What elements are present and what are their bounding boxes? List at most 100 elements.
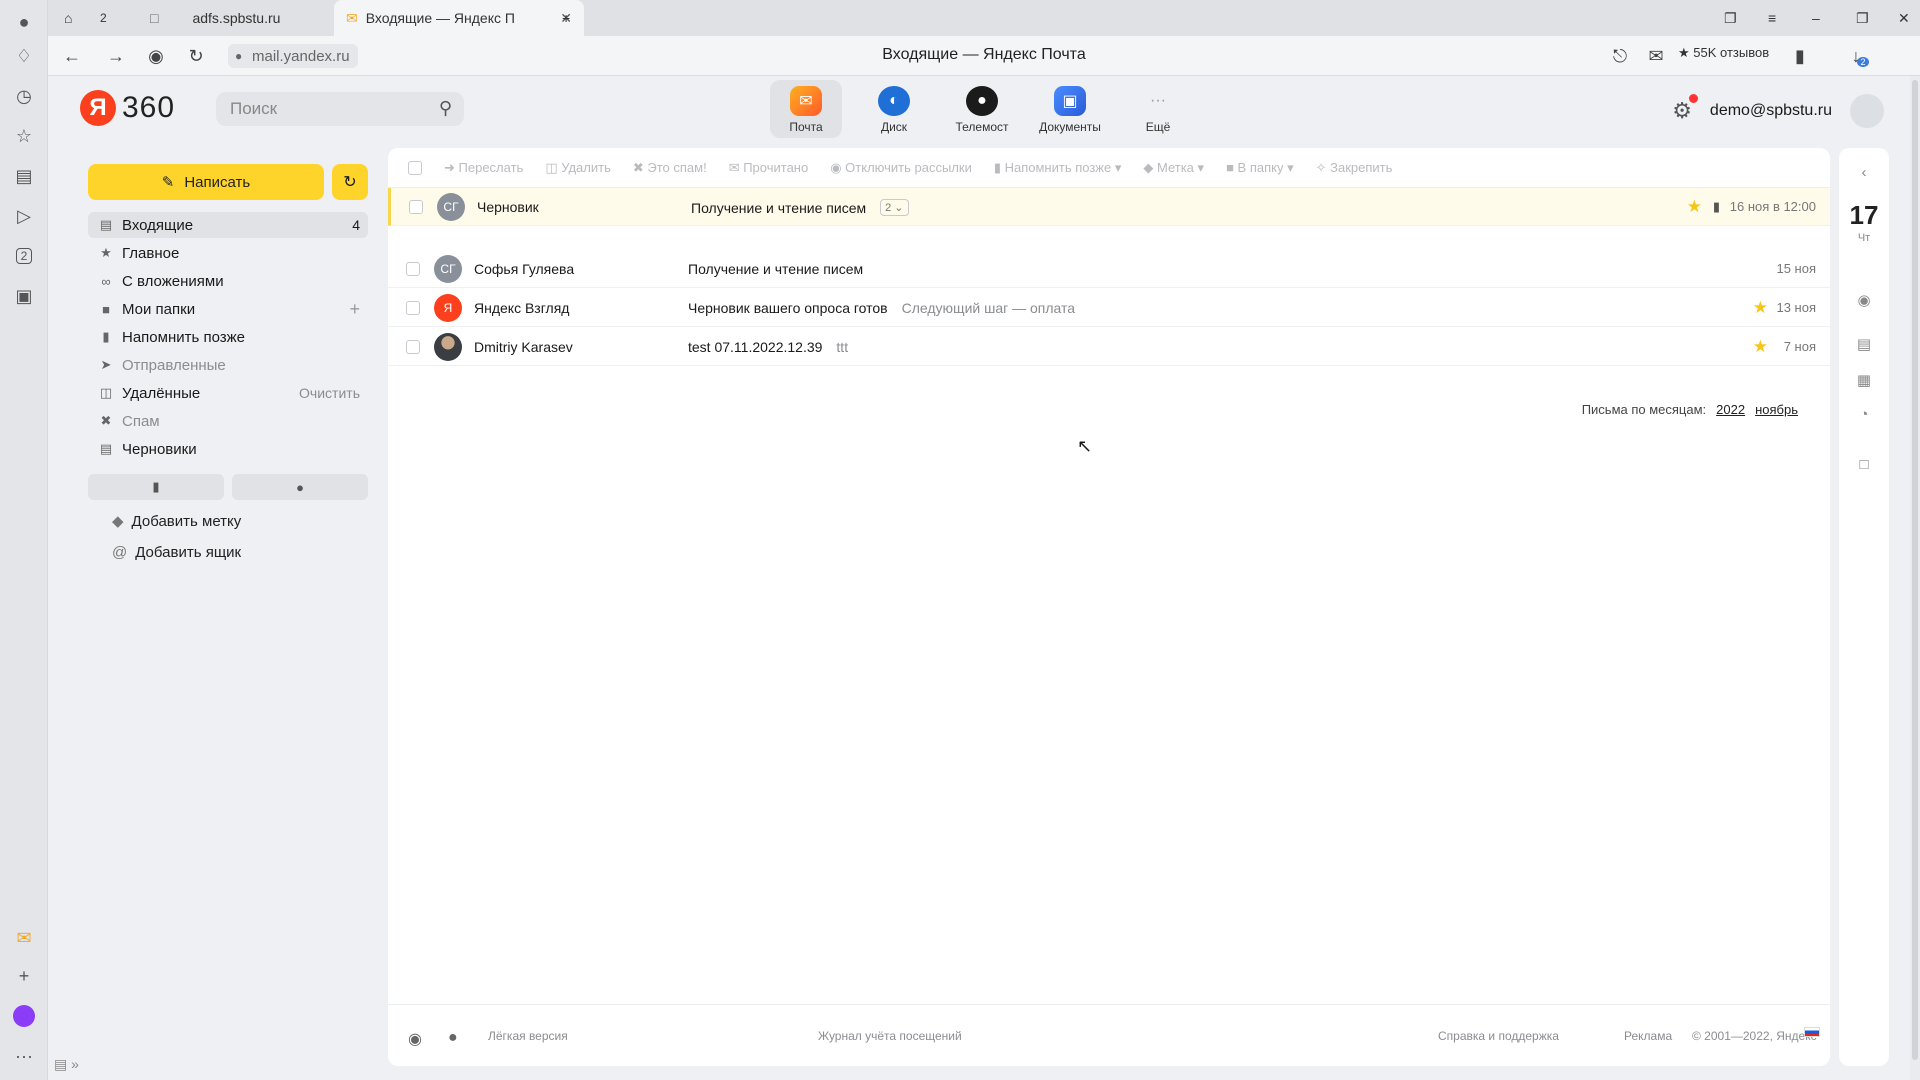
help-link[interactable]: Справка и поддержка	[1438, 1029, 1559, 1043]
url-field[interactable]: ● mail.yandex.ru	[228, 44, 358, 68]
forward-button[interactable]: ➜ Переслать	[444, 160, 523, 176]
star-icon[interactable]: ★	[1753, 298, 1768, 318]
folder-sent[interactable]: ➤ Отправленные	[88, 352, 368, 378]
month-link[interactable]: ноябрь	[1755, 402, 1798, 417]
add-mailbox-link[interactable]: @ Добавить ящик	[112, 544, 241, 561]
tab-list-icon[interactable]: ❐	[1712, 0, 1749, 36]
service-documents[interactable]: ▣ Документы	[1034, 80, 1106, 138]
table-row[interactable]: Dmitriy Karasev test 07.11.2022.12.39 tt…	[388, 328, 1830, 366]
remind-later-button[interactable]: ▮ Напомнить позже ▾	[994, 160, 1122, 176]
minimize-icon[interactable]: –	[1800, 0, 1832, 36]
bell-icon[interactable]: ♢	[12, 44, 36, 68]
user-email[interactable]: demo@spbstu.ru	[1710, 102, 1832, 120]
tabs-group-icon[interactable]: 2	[88, 0, 119, 36]
history-icon[interactable]: ◷	[12, 84, 36, 108]
document-widget-icon[interactable]: □	[1854, 454, 1874, 474]
grid-widget-icon[interactable]: ▦	[1854, 370, 1874, 390]
table-row[interactable]: СГ Черновик Получение и чтение писем 2 ⌄…	[388, 188, 1830, 226]
row-checkbox[interactable]	[406, 262, 420, 276]
labels-tab[interactable]: ▮	[88, 474, 224, 500]
add-app-icon[interactable]: +	[12, 964, 36, 988]
folder-spam[interactable]: ✖ Спам	[88, 408, 368, 434]
pie-widget-icon[interactable]: ◔	[1854, 404, 1874, 424]
move-to-folder-button[interactable]: ■ В папку ▾	[1226, 160, 1294, 176]
scrollbar-thumb[interactable]	[1912, 80, 1918, 1060]
search-input[interactable]: Поиск ⚲	[216, 92, 464, 126]
android-icon[interactable]: ◉	[408, 1029, 422, 1049]
avatar[interactable]	[1850, 94, 1884, 128]
table-row[interactable]: Я Яндекс Взгляд Черновик вашего опроса г…	[388, 289, 1830, 327]
notes-widget-icon[interactable]: ▤	[1854, 334, 1874, 354]
refresh-button[interactable]: ↻	[332, 164, 368, 200]
yandex-icon[interactable]: ◉	[144, 44, 168, 68]
close-window-icon[interactable]: ✕	[1886, 0, 1920, 36]
service-telemost[interactable]: ● Телемост	[946, 80, 1018, 138]
menu-icon[interactable]: ≡	[1756, 0, 1788, 36]
light-version-link[interactable]: Лёгкая версия	[488, 1029, 568, 1043]
add-label-link[interactable]: ◆ Добавить метку	[112, 512, 241, 531]
service-mail[interactable]: ✉ Почта	[770, 80, 842, 138]
dots-tab[interactable]: ●	[232, 474, 368, 500]
screenshot-icon[interactable]: ▣	[12, 284, 36, 308]
reload-icon[interactable]: ↻	[184, 44, 208, 68]
bookmark-icon[interactable]: ▮	[1788, 44, 1812, 68]
page-scrollbar[interactable]	[1910, 76, 1920, 1080]
restore-icon[interactable]: ❐	[1844, 0, 1881, 36]
folder-attachments[interactable]: ∞ С вложениями	[88, 268, 368, 294]
more-dots-icon[interactable]: ···	[12, 1044, 36, 1068]
folder-drafts[interactable]: ▤ Черновики	[88, 436, 368, 462]
folder-my-folders[interactable]: ■ Мои папки +	[88, 296, 368, 322]
bookmarks-star-icon[interactable]: ☆	[12, 124, 36, 148]
counter-icon[interactable]: 2	[12, 244, 36, 268]
row-checkbox[interactable]	[406, 301, 420, 315]
sidebar-toggle-icon[interactable]: ▤ »	[54, 1056, 79, 1073]
mail-quick-icon[interactable]: ✉	[1644, 44, 1668, 68]
add-folder-icon[interactable]: +	[349, 299, 360, 320]
delete-button[interactable]: ◫ Удалить	[545, 160, 611, 176]
mail-app-icon[interactable]: ✉	[12, 926, 36, 950]
journal-link[interactable]: Журнал учёта посещений	[818, 1029, 962, 1043]
label-button[interactable]: ◆ Метка ▾	[1143, 160, 1204, 176]
row-checkbox[interactable]	[406, 340, 420, 354]
share-icon[interactable]: ⎋	[1608, 44, 1632, 68]
pin-button[interactable]: ✧ Закрепить	[1316, 160, 1393, 176]
service-disk[interactable]: ◐ Диск	[858, 80, 930, 138]
alice-icon[interactable]	[12, 1004, 36, 1028]
language-flag-icon[interactable]	[1804, 1027, 1820, 1037]
profile-icon[interactable]: ●	[12, 10, 36, 34]
collapse-chevron-icon[interactable]: ‹	[1854, 162, 1874, 182]
yandex-360-logo[interactable]: Я 360	[80, 90, 175, 126]
download-icon[interactable]: ↓ 2	[1848, 44, 1872, 68]
calendar-day[interactable]: 17	[1839, 200, 1889, 231]
table-row[interactable]: СГ Софья Гуляева Получение и чтение писе…	[388, 250, 1830, 288]
mark-read-button[interactable]: ✉ Прочитано	[729, 160, 809, 176]
folder-inbox[interactable]: ▤ Входящие 4	[88, 212, 368, 238]
folder-main[interactable]: ★ Главное	[88, 240, 368, 266]
settings-gear-icon[interactable]: ⚙	[1672, 94, 1698, 124]
forward-icon[interactable]: →	[104, 44, 128, 68]
row-checkbox[interactable]	[409, 200, 423, 214]
back-icon[interactable]: ←	[60, 44, 84, 68]
folder-deleted[interactable]: ◫ Удалённые Очистить	[88, 380, 368, 406]
spam-button[interactable]: ✖ Это спам!	[633, 160, 707, 176]
star-icon[interactable]: ★	[1687, 197, 1702, 217]
apple-icon[interactable]: ●	[448, 1029, 458, 1047]
collections-icon[interactable]: ▤	[12, 164, 36, 188]
reviews-badge[interactable]: ★ 55K отзывов	[1678, 45, 1769, 61]
new-tab-icon[interactable]: +	[550, 0, 582, 36]
folder-remind-later[interactable]: ▮ Напомнить позже	[88, 324, 368, 350]
year-link[interactable]: 2022	[1716, 402, 1745, 417]
star-icon[interactable]: ★	[1753, 337, 1768, 357]
clear-trash-link[interactable]: Очистить	[299, 385, 360, 401]
search-icon[interactable]: ⚲	[439, 98, 452, 119]
tab-mail[interactable]: ✉ Входящие — Яндекс П ✕	[334, 0, 584, 36]
ads-link[interactable]: Реклама	[1624, 1029, 1672, 1043]
play-icon[interactable]: ▷	[12, 204, 36, 228]
telemost-widget-icon[interactable]: ◉	[1854, 290, 1874, 310]
home-icon[interactable]: ⌂	[52, 0, 84, 36]
compose-button[interactable]: ✎ Написать	[88, 164, 324, 200]
thread-count[interactable]: 2 ⌄	[880, 199, 909, 216]
service-more[interactable]: ··· Ещё	[1122, 80, 1194, 138]
unsubscribe-button[interactable]: ◉ Отключить рассылки	[830, 160, 972, 176]
select-all-checkbox[interactable]	[408, 160, 422, 175]
